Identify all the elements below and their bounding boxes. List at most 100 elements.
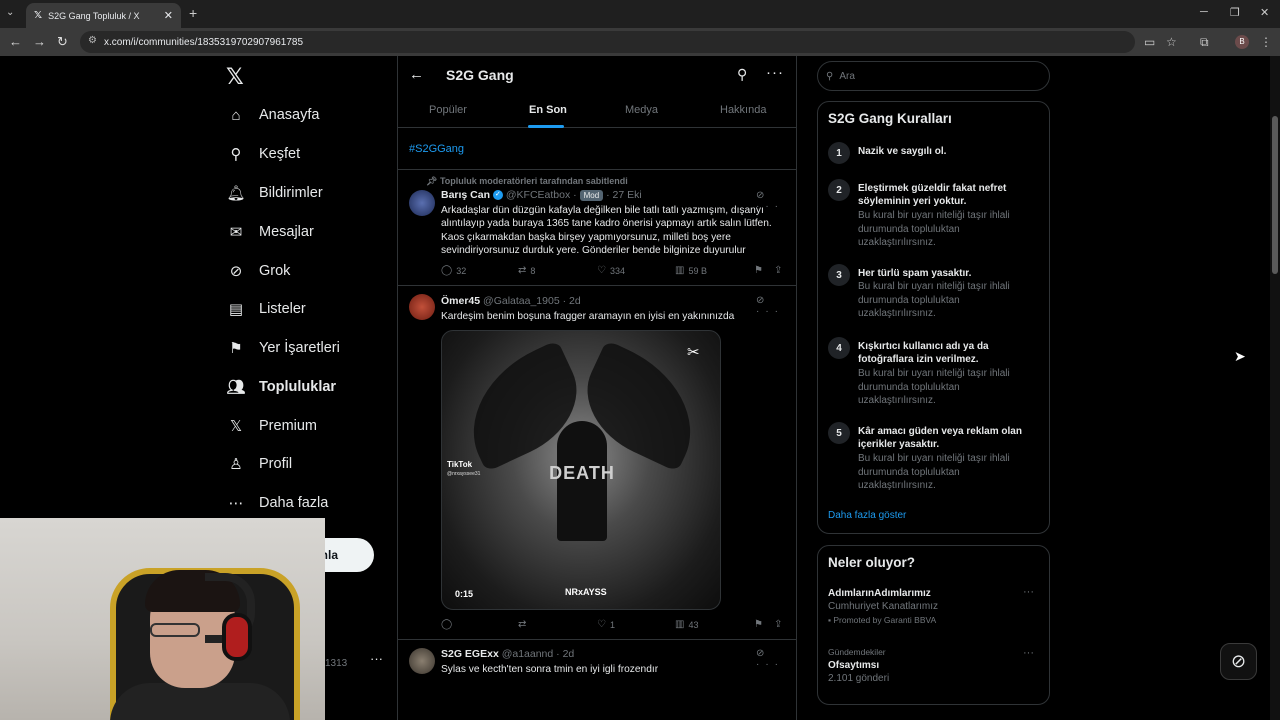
nav-label: Keşfet	[259, 146, 301, 162]
trend-more-icon[interactable]: ···	[1023, 586, 1034, 598]
tweet-time[interactable]: · 27 Eki	[606, 189, 642, 201]
tweet-author-handle[interactable]: @KFCEatbox	[506, 189, 570, 201]
rule-item: 3 Her türlü spam yasaktır. Bu kural bir …	[828, 264, 1043, 326]
nav-label: Mesajlar	[259, 224, 314, 240]
tab-close-icon[interactable]: ✕	[164, 9, 173, 22]
tweet-actions: ◯ 32 ⇄ 8 ♡ 334 ▥ 59 B ⚑ ⇪	[441, 265, 786, 279]
rule-title: Kışkırtıcı kullanıcı adı ya da fotoğrafl…	[858, 341, 989, 365]
communities-icon: 👥︎	[226, 379, 246, 396]
tweet-time[interactable]: · 2d	[563, 295, 581, 307]
show-more-link[interactable]: Daha fazla göster	[828, 510, 906, 521]
trends-card: Neler oluyor? AdımlarınAdımlarımız Cumhu…	[817, 545, 1050, 705]
bookmark-icon: ⚑	[754, 619, 763, 630]
tab-latest[interactable]: En Son	[529, 104, 567, 116]
tweet-author-name[interactable]: S2G EGExx	[441, 648, 499, 660]
rule-number: 5	[828, 422, 850, 444]
hashtag-row: #S2GGang	[398, 128, 796, 170]
minimize-icon[interactable]: ─	[1200, 6, 1208, 18]
trend-subtitle: 2.101 gönderi	[828, 673, 890, 684]
retweet-button[interactable]: ⇄	[518, 619, 530, 630]
search-input[interactable]: ⚲ Ara	[817, 61, 1050, 91]
tweet-author-handle[interactable]: @a1aannd	[502, 648, 554, 660]
community-search-icon[interactable]: ⚲	[737, 66, 747, 83]
nav-lists[interactable]: ▤ Listeler	[227, 300, 306, 318]
share-button[interactable]: ⇪	[774, 265, 782, 276]
bookmark-star-icon[interactable]: ☆	[1166, 35, 1177, 49]
site-info-icon[interactable]: ⚙	[88, 35, 97, 46]
avatar[interactable]	[409, 648, 435, 674]
nav-label: Profil	[259, 456, 293, 472]
tab-about[interactable]: Hakkında	[720, 104, 766, 116]
avatar[interactable]	[409, 190, 435, 216]
tweet-pinned[interactable]: 📌︎ Topluluk moderatörleri tarafından sab…	[398, 170, 796, 286]
share-button[interactable]: ⇪	[774, 619, 782, 630]
tweet-author-handle[interactable]: @Galataa_1905	[483, 295, 560, 307]
browser-tab[interactable]: 𝕏 S2G Gang Topluluk / X ✕	[26, 3, 181, 28]
community-hashtag[interactable]: #S2GGang	[409, 143, 464, 155]
nav-grok[interactable]: ⊘ Grok	[227, 262, 291, 280]
nav-profile[interactable]: ♙ Profil	[227, 455, 292, 473]
tweet-text-only[interactable]: S2G EGExx @a1aannd · 2d ⊘ ··· Sylas ve k…	[398, 640, 796, 720]
nav-label: Bildirimler	[259, 185, 323, 201]
nav-explore[interactable]: ⚲ Keşfet	[227, 145, 301, 163]
tweet-author-name[interactable]: Barış Can	[441, 189, 490, 201]
trend-item[interactable]: AdımlarınAdımlarımız Cumhuriyet Kanatlar…	[828, 588, 1043, 625]
like-button[interactable]: ♡ 1	[597, 619, 615, 630]
reply-button[interactable]: ◯	[441, 619, 456, 630]
page-scrollbar[interactable]	[1270, 56, 1280, 720]
extensions-icon[interactable]: ⧉	[1200, 35, 1209, 50]
tab-popular[interactable]: Popüler	[429, 104, 467, 116]
grok-floating-button[interactable]: ⊘	[1220, 643, 1257, 680]
rule-item: 2 Eleştirmek güzeldir fakat nefret söyle…	[828, 179, 1043, 254]
back-arrow-icon[interactable]: ←	[409, 66, 424, 83]
browser-profile-avatar[interactable]: B	[1235, 35, 1249, 49]
reload-icon[interactable]: ↻	[57, 34, 68, 50]
restore-icon[interactable]: ❐	[1230, 6, 1240, 19]
tab-media[interactable]: Medya	[625, 104, 658, 116]
browser-back-icon[interactable]: ←	[9, 34, 22, 49]
nav-more[interactable]: ⋯ Daha fazla	[227, 494, 329, 512]
window-close-icon[interactable]: ✕	[1260, 6, 1269, 19]
community-more-icon[interactable]: ···	[766, 64, 784, 81]
views-button[interactable]: ▥ 43	[675, 619, 698, 630]
reply-button[interactable]: ◯ 32	[441, 265, 466, 276]
nav-messages[interactable]: ✉ Mesajlar	[227, 223, 314, 241]
retweet-button[interactable]: ⇄ 8	[518, 265, 535, 276]
account-more-icon[interactable]: ···	[370, 651, 383, 666]
browser-tab-title: S2G Gang Topluluk / X	[48, 10, 140, 21]
browser-menu-icon[interactable]: ⋮	[1260, 35, 1272, 49]
heart-icon: ♡	[597, 619, 606, 630]
share-icon: ⇪	[774, 265, 783, 276]
trend-more-icon[interactable]: ···	[1023, 647, 1034, 659]
bookmark-button[interactable]: ⚑	[754, 619, 763, 630]
pin-icon: 📌︎	[426, 176, 440, 186]
nav-premium[interactable]: 𝕏 Premium	[227, 417, 317, 435]
community-rules-card: S2G Gang Kuralları 1 Nazik ve saygılı ol…	[817, 101, 1050, 534]
scrollbar-thumb[interactable]	[1272, 116, 1278, 274]
address-bar[interactable]: ⚙ x.com/i/communities/183531970290796178…	[80, 31, 1135, 53]
cast-icon[interactable]: ▭	[1144, 35, 1155, 49]
trend-item[interactable]: Gündemdekiler Ofsaytımsı 2.101 gönderi	[828, 647, 1043, 684]
nav-label: Listeler	[259, 301, 306, 317]
bell-icon: 🔔︎	[226, 185, 246, 202]
tweet-author-name[interactable]: Ömer45	[441, 295, 480, 307]
bookmark-button[interactable]: ⚑	[754, 265, 763, 276]
nav-bookmarks[interactable]: ⚑ Yer İşaretleri	[227, 339, 340, 357]
views-button[interactable]: ▥ 59 B	[675, 265, 707, 276]
like-button[interactable]: ♡ 334	[597, 265, 625, 276]
tab-search-chevron-icon[interactable]: ⌄	[6, 7, 14, 18]
nav-label: Premium	[259, 418, 318, 434]
x-logo-icon[interactable]: 𝕏	[226, 64, 244, 90]
nav-communities[interactable]: 👥︎ Topluluklar	[226, 378, 336, 396]
new-tab-icon[interactable]: +	[189, 5, 197, 21]
tweet-media[interactable]: Ömer45 @Galataa_1905 · 2d ⊘ ··· Kardeşim…	[398, 286, 796, 640]
tweet-time[interactable]: · 2d	[556, 648, 574, 660]
nav-home[interactable]: ⌂ Anasayfa	[227, 106, 319, 124]
browser-forward-icon[interactable]: →	[33, 34, 46, 49]
pinned-text: Topluluk moderatörleri tarafından sabitl…	[439, 176, 628, 186]
tweet-video[interactable]: ✂ TikTok @nrxayssee31 DEATH 0:15 NRxAYSS	[441, 330, 721, 610]
x-favicon-icon: 𝕏	[34, 10, 43, 21]
avatar[interactable]	[409, 294, 435, 320]
search-icon: ⚲	[230, 146, 242, 163]
nav-notifications[interactable]: 🔔︎ Bildirimler	[226, 184, 323, 202]
